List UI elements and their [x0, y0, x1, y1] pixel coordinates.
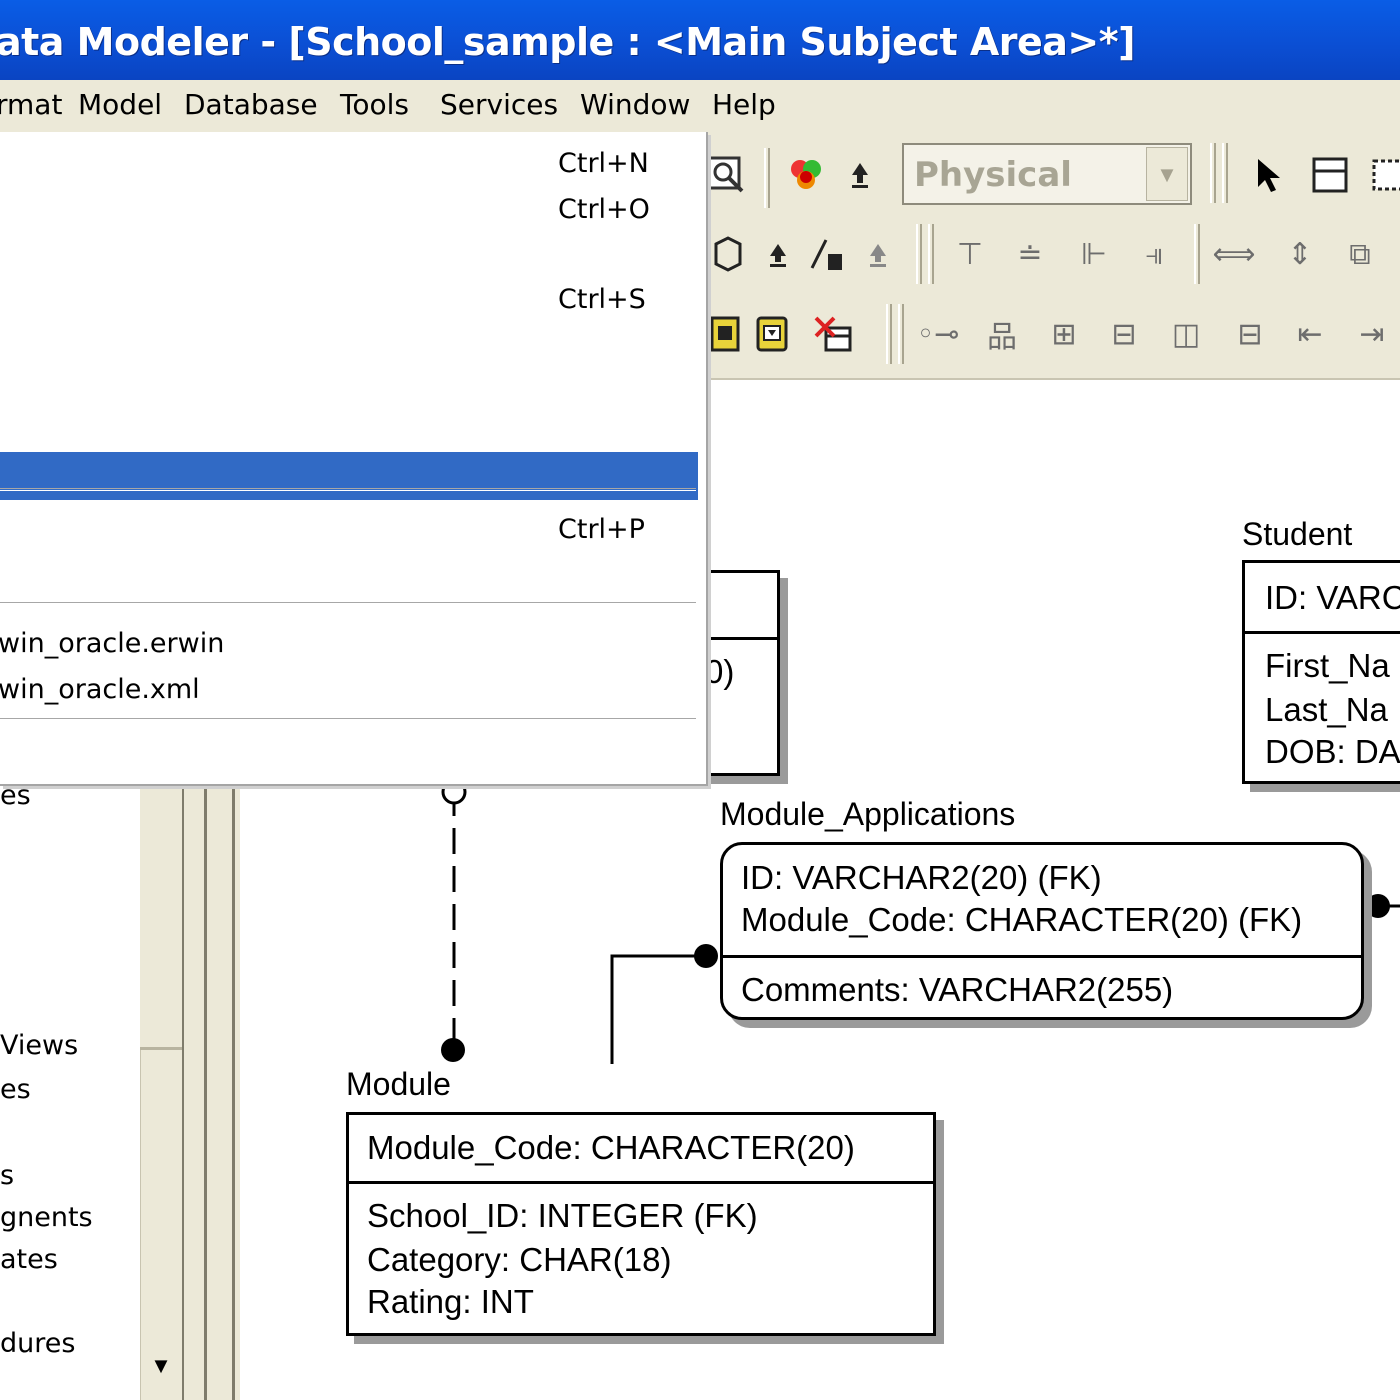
- shortcut-label: Ctrl+S: [558, 284, 646, 315]
- menu-item-close[interactable]: [0, 232, 696, 276]
- menu-item-print-setup[interactable]: [0, 554, 696, 598]
- entity-name-student: Student: [1242, 516, 1353, 552]
- entity-attribute: DOB: DA: [1265, 733, 1400, 770]
- recent-file-2[interactable]: win_oracle.xml: [0, 668, 696, 712]
- entity-divider: [723, 955, 1361, 958]
- key-attribute: Module_Code: CHARACTER(20) (FK): [741, 901, 1303, 938]
- entity-box-module[interactable]: Module_Code: CHARACTER(20) School_ID: IN…: [346, 1112, 936, 1336]
- shortcut-label: Ctrl+O: [558, 194, 650, 225]
- entity-box-module-applications[interactable]: ID: VARCHAR2(20) (FK) Module_Code: CHARA…: [720, 842, 1364, 1020]
- entity-attribute: Category: CHAR(18): [367, 1241, 672, 1278]
- menu-item-open[interactable]: Ctrl+O: [0, 188, 696, 232]
- entity-attribute: Comments: VARCHAR2(255): [741, 971, 1174, 1008]
- menu-separator: [0, 718, 696, 721]
- recent-file-label: win_oracle.erwin: [0, 628, 225, 659]
- file-menu-dropdown: Ctrl+N Ctrl+O Ctrl+S Ctrl+P win_oracle.e…: [0, 132, 708, 786]
- identifying-relationship-line[interactable]: [610, 954, 706, 1064]
- entity-name-module: Module: [346, 1066, 451, 1102]
- menu-item-exit[interactable]: [0, 736, 696, 780]
- relationship-many-end: [441, 1038, 465, 1062]
- entity-name-module-applications: Module_Applications: [720, 796, 1016, 832]
- recent-file-label: win_oracle.xml: [0, 674, 200, 705]
- shortcut-label: Ctrl+N: [558, 148, 649, 179]
- entity-box-student[interactable]: ID: VARC First_Na Last_Na DOB: DA: [1242, 560, 1400, 784]
- entity-divider: [1245, 631, 1400, 634]
- menu-item-new[interactable]: Ctrl+N: [0, 142, 696, 186]
- entity-attribute: Last_Na: [1265, 691, 1388, 728]
- relationship-many-end: [1366, 894, 1390, 918]
- key-attribute: ID: VARCHAR2(20) (FK): [741, 859, 1102, 896]
- shortcut-label: Ctrl+P: [558, 514, 645, 545]
- relationship-many-end: [694, 944, 718, 968]
- entity-attribute: School_ID: INTEGER (FK): [367, 1197, 758, 1234]
- menu-item-save[interactable]: Ctrl+S: [0, 278, 696, 322]
- recent-file-1[interactable]: win_oracle.erwin: [0, 622, 696, 666]
- entity-divider: [349, 1181, 933, 1184]
- key-attribute: Module_Code: CHARACTER(20): [367, 1129, 855, 1166]
- entity-attribute: First_Na: [1265, 647, 1390, 684]
- menu-item-print[interactable]: Ctrl+P: [0, 508, 696, 552]
- menu-item-import[interactable]: [0, 394, 696, 438]
- key-attribute: ID: VARC: [1265, 579, 1400, 616]
- menu-separator: [0, 488, 696, 491]
- menu-separator: [0, 602, 696, 605]
- entity-attribute: Rating: INT: [367, 1283, 534, 1320]
- entity-attribute: 0): [705, 653, 735, 690]
- menu-item-export[interactable]: [0, 438, 696, 482]
